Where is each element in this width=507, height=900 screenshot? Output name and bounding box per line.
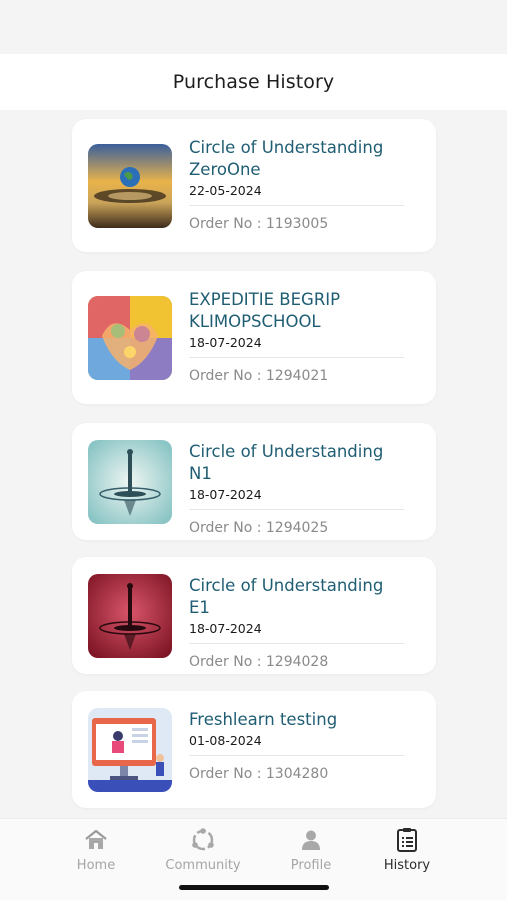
purchase-date: 01-08-2024 [189,733,262,748]
community-icon [190,827,216,853]
order-number: Order No : 1294021 [189,368,329,384]
course-title: Circle of Understanding ZeroOne [189,138,384,179]
purchase-card[interactable]: EXPEDITIE BEGRIP KLIMOPSCHOOL 18-07-2024… [72,271,436,404]
tab-profile[interactable]: Profile [266,827,356,873]
purchase-info: Circle of Understanding E1 18-07-2024 Or… [189,575,406,670]
tab-community[interactable]: Community [158,827,248,873]
tab-history[interactable]: History [362,827,452,873]
earth-drop-icon [88,144,172,228]
divider [189,509,404,510]
home-indicator [179,885,329,890]
history-icon [394,827,420,853]
order-number: Order No : 1294025 [189,520,329,536]
purchase-date: 18-07-2024 [189,335,262,350]
divider [189,755,404,756]
tab-label: Community [165,858,241,873]
tab-label: Profile [290,858,332,873]
purchase-date: 22-05-2024 [189,183,262,198]
order-number: Order No : 1294028 [189,654,329,670]
course-title: Circle of Understanding E1 [189,576,384,617]
purchase-card[interactable]: Circle of Understanding E1 18-07-2024 Or… [72,557,436,674]
purchase-date: 18-07-2024 [189,487,262,502]
status-bar [0,0,507,54]
purchase-card[interactable]: Circle of Understanding ZeroOne 22-05-20… [72,119,436,252]
order-number: Order No : 1304280 [189,766,329,782]
tab-home[interactable]: Home [51,827,141,873]
course-title: EXPEDITIE BEGRIP KLIMOPSCHOOL [189,290,341,331]
purchase-card[interactable]: Freshlearn testing 01-08-2024 Order No :… [72,691,436,808]
colorful-hands-icon [88,296,172,380]
online-class-icon [88,708,172,792]
divider [189,205,404,206]
purchase-card[interactable]: Circle of Understanding N1 18-07-2024 Or… [72,423,436,540]
course-title: Freshlearn testing [189,710,338,729]
purchase-info: EXPEDITIE BEGRIP KLIMOPSCHOOL 18-07-2024… [189,289,406,384]
header: Purchase History [0,54,507,110]
water-drop-red-icon [88,574,172,658]
purchase-info: Circle of Understanding N1 18-07-2024 Or… [189,441,406,536]
page-title: Purchase History [172,71,335,93]
purchase-info: Freshlearn testing 01-08-2024 Order No :… [189,709,406,782]
order-number: Order No : 1193005 [189,216,329,232]
divider [189,357,404,358]
tab-label: Home [76,858,116,873]
divider [189,643,404,644]
tab-label: History [383,858,431,873]
profile-icon [298,827,324,853]
course-title: Circle of Understanding N1 [189,442,384,483]
home-icon [83,827,109,853]
water-drop-teal-icon [88,440,172,524]
purchase-date: 18-07-2024 [189,621,262,636]
purchase-info: Circle of Understanding ZeroOne 22-05-20… [189,137,406,232]
